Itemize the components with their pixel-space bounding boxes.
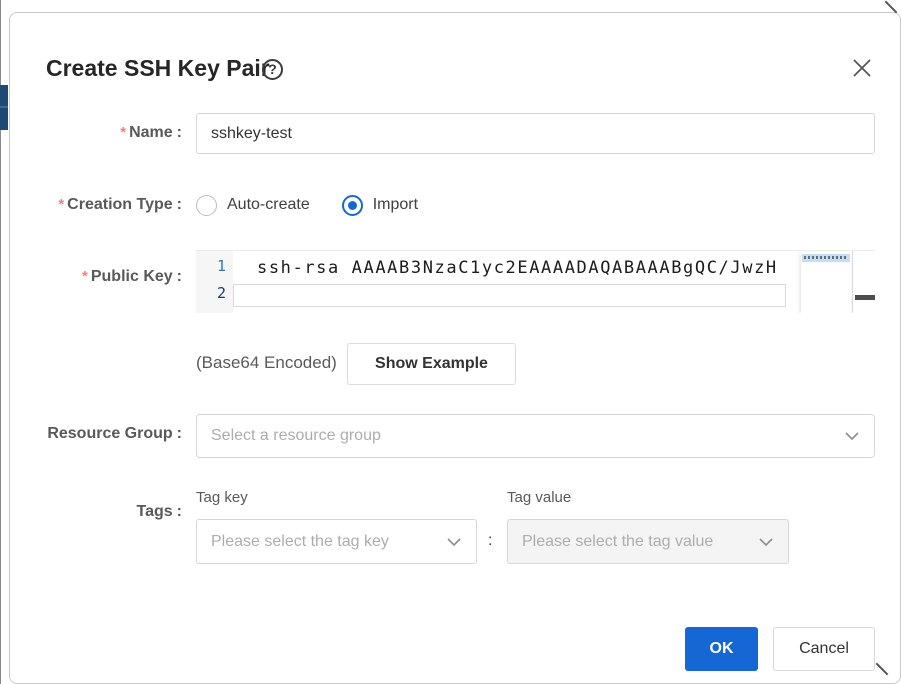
tags-label: Tags: bbox=[30, 503, 182, 521]
editor-scrollbar-track bbox=[852, 251, 853, 313]
tag-key-value-separator: : bbox=[488, 532, 492, 550]
base64-encoded-hint: (Base64 Encoded) bbox=[196, 353, 337, 373]
creation-type-radio-group: Auto-create Import bbox=[196, 193, 418, 217]
radio-import-label[interactable]: Import bbox=[373, 196, 418, 214]
chevron-down-icon bbox=[446, 534, 462, 550]
minimap-highlight-strip bbox=[802, 254, 850, 262]
tag-value-placeholder: Please select the tag value bbox=[522, 533, 758, 551]
required-marker: * bbox=[120, 124, 126, 141]
editor-line-number-gutter: 1 2 bbox=[196, 251, 233, 313]
ok-button[interactable]: OK bbox=[685, 627, 758, 671]
tag-value-select[interactable]: Please select the tag value bbox=[507, 519, 789, 564]
page-background: Create SSH Key Pair ? *Name: *Creation T… bbox=[0, 0, 901, 684]
background-blue-element bbox=[0, 85, 8, 130]
resource-group-placeholder: Select a resource group bbox=[211, 427, 844, 445]
required-marker: * bbox=[82, 268, 88, 285]
line-number-1: 1 bbox=[196, 257, 226, 275]
radio-auto-create[interactable] bbox=[196, 195, 217, 216]
line-number-2: 2 bbox=[196, 284, 226, 302]
dialog-title: Create SSH Key Pair bbox=[46, 55, 270, 82]
public-key-label: *Public Key: bbox=[30, 268, 182, 286]
required-marker: * bbox=[58, 196, 64, 213]
tag-key-select[interactable]: Please select the tag key bbox=[196, 519, 477, 564]
public-key-code-editor[interactable]: 1 2 ssh-rsa AAAAB3NzaC1yc2EAAAADAQABAAAB… bbox=[196, 250, 875, 313]
editor-minimap bbox=[801, 252, 851, 313]
cancel-button[interactable]: Cancel bbox=[773, 627, 875, 671]
name-input[interactable] bbox=[196, 113, 875, 154]
public-key-line2-input[interactable] bbox=[233, 284, 786, 307]
name-label: *Name: bbox=[30, 124, 182, 142]
create-ssh-key-pair-dialog: Create SSH Key Pair ? *Name: *Creation T… bbox=[9, 12, 901, 684]
show-example-button[interactable]: Show Example bbox=[347, 343, 516, 385]
tag-key-column-label: Tag key bbox=[196, 489, 248, 506]
chevron-down-icon bbox=[844, 428, 860, 444]
creation-type-label: *Creation Type: bbox=[30, 196, 182, 214]
resource-group-select[interactable]: Select a resource group bbox=[196, 414, 875, 458]
editor-scrollbar-thumb[interactable] bbox=[855, 295, 875, 300]
public-key-line1-text: ssh-rsa AAAAB3NzaC1yc2EAAAADAQABAAABgQC/… bbox=[257, 258, 778, 278]
tag-key-placeholder: Please select the tag key bbox=[211, 533, 446, 551]
chevron-down-icon bbox=[758, 534, 774, 550]
radio-auto-create-label[interactable]: Auto-create bbox=[227, 196, 310, 214]
help-icon[interactable]: ? bbox=[262, 59, 283, 80]
close-icon[interactable] bbox=[850, 56, 874, 80]
tag-value-column-label: Tag value bbox=[507, 489, 571, 506]
radio-import[interactable] bbox=[342, 195, 363, 216]
resource-group-label: Resource Group: bbox=[30, 425, 182, 443]
